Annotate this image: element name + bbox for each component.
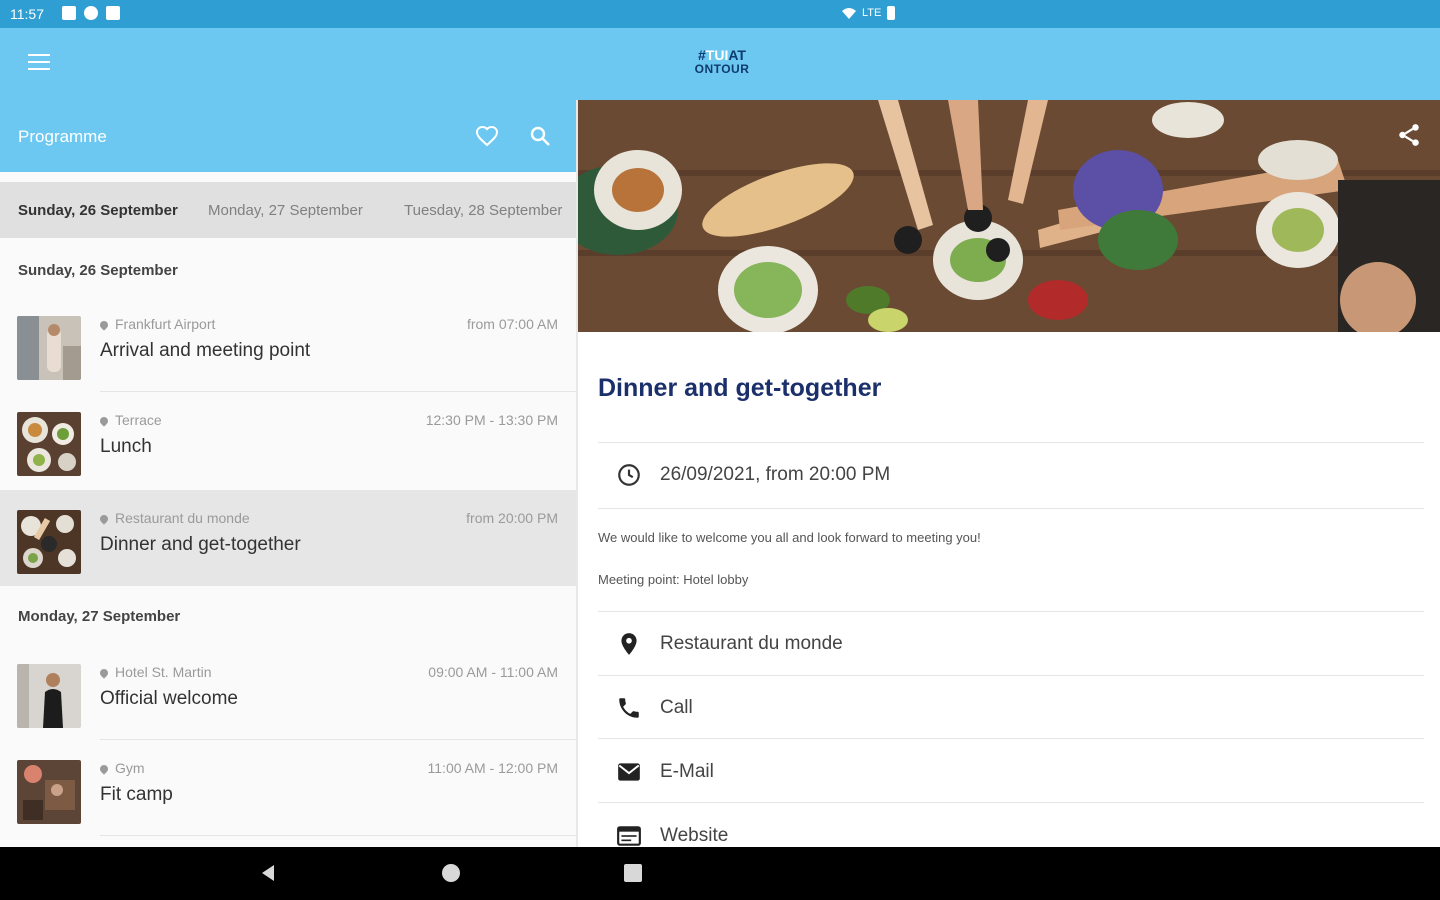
logo-ontour: ONTOUR bbox=[694, 62, 750, 76]
event-location: Gym bbox=[98, 760, 145, 776]
network-status: LTE bbox=[842, 6, 896, 20]
event-item-fit-camp[interactable]: Gym 11:00 AM - 12:00 PM Fit camp bbox=[0, 740, 576, 836]
location-pin-icon bbox=[98, 415, 110, 427]
event-time: 09:00 AM - 11:00 AM bbox=[428, 664, 558, 680]
recents-icon[interactable] bbox=[623, 863, 643, 883]
event-detail-panel: Dinner and get-together 26/09/2021, from… bbox=[576, 100, 1440, 847]
mail-icon bbox=[618, 763, 640, 781]
event-name: Fit camp bbox=[100, 784, 173, 805]
event-item-arrival[interactable]: Frankfurt Airport from 07:00 AM Arrival … bbox=[0, 296, 576, 392]
event-item-lunch[interactable]: Terrace 12:30 PM - 13:30 PM Lunch bbox=[0, 392, 576, 488]
sd-card-icon bbox=[106, 6, 120, 20]
location-pin-icon bbox=[621, 633, 637, 655]
clock-icon bbox=[618, 464, 640, 486]
event-location-text: Hotel St. Martin bbox=[115, 664, 212, 680]
event-location-text: Restaurant du monde bbox=[115, 510, 250, 526]
section-label-sunday: Sunday, 26 September bbox=[18, 262, 178, 279]
location-pin-icon bbox=[98, 319, 110, 331]
logo-hash: # bbox=[698, 47, 706, 63]
notification-icon bbox=[84, 6, 98, 20]
event-hero-image bbox=[578, 100, 1440, 332]
event-name: Dinner and get-together bbox=[100, 534, 301, 555]
event-thumbnail bbox=[17, 760, 81, 824]
system-nav-bar bbox=[0, 847, 1440, 900]
event-location: Frankfurt Airport bbox=[98, 316, 216, 332]
divider bbox=[598, 611, 1424, 612]
day-tabs: Sunday, 26 September Monday, 27 Septembe… bbox=[0, 182, 576, 238]
event-name: Lunch bbox=[100, 436, 152, 457]
notification-icon bbox=[62, 6, 76, 20]
website-label: Website bbox=[660, 825, 729, 846]
divider bbox=[598, 675, 1424, 676]
divider bbox=[598, 802, 1424, 803]
divider bbox=[598, 738, 1424, 739]
notification-icons bbox=[62, 6, 120, 20]
divider bbox=[598, 442, 1424, 443]
event-time: from 20:00 PM bbox=[466, 510, 558, 526]
event-name: Arrival and meeting point bbox=[100, 340, 311, 361]
menu-icon[interactable] bbox=[28, 54, 54, 74]
divider bbox=[100, 835, 576, 836]
event-time: 11:00 AM - 12:00 PM bbox=[427, 760, 558, 776]
event-location: Restaurant du monde bbox=[98, 510, 250, 526]
email-row[interactable]: E-Mail bbox=[598, 741, 1424, 801]
tab-monday[interactable]: Monday, 27 September bbox=[208, 202, 363, 219]
event-datetime: 26/09/2021, from 20:00 PM bbox=[660, 464, 891, 485]
location-pin-icon bbox=[98, 763, 110, 775]
event-datetime-row: 26/09/2021, from 20:00 PM bbox=[598, 444, 1424, 504]
back-icon[interactable] bbox=[258, 863, 278, 883]
website-row[interactable]: Website bbox=[598, 805, 1424, 847]
event-time: from 07:00 AM bbox=[466, 316, 558, 332]
programme-title: Programme bbox=[18, 127, 107, 146]
event-location: Terrace bbox=[98, 412, 162, 428]
share-icon[interactable] bbox=[1396, 122, 1422, 148]
event-meeting-point: Meeting point: Hotel lobby bbox=[598, 572, 749, 587]
logo-at: AT bbox=[728, 47, 746, 63]
tab-tuesday[interactable]: Tuesday, 28 September bbox=[404, 202, 562, 219]
call-row[interactable]: Call bbox=[598, 677, 1424, 737]
programme-header: Programme bbox=[0, 100, 576, 172]
status-time: 11:57 bbox=[10, 6, 44, 22]
event-description: We would like to welcome you all and loo… bbox=[598, 530, 981, 545]
search-icon[interactable] bbox=[528, 124, 552, 148]
event-item-official-welcome[interactable]: Hotel St. Martin 09:00 AM - 11:00 AM Off… bbox=[0, 644, 576, 740]
home-icon[interactable] bbox=[441, 863, 461, 883]
event-time: 12:30 PM - 13:30 PM bbox=[425, 412, 558, 428]
event-thumbnail bbox=[17, 664, 81, 728]
logo-tui: TUI bbox=[705, 47, 729, 63]
event-thumbnail bbox=[17, 510, 81, 574]
network-label: LTE bbox=[862, 7, 882, 19]
tab-sunday[interactable]: Sunday, 26 September bbox=[18, 202, 178, 219]
status-bar: 11:57 LTE bbox=[0, 0, 1440, 28]
battery-icon bbox=[887, 6, 896, 20]
event-thumbnail bbox=[17, 316, 81, 380]
app-logo: #TUIAT ONTOUR bbox=[690, 48, 754, 76]
phone-icon bbox=[619, 698, 639, 718]
website-icon bbox=[617, 826, 641, 846]
app-bar: #TUIAT ONTOUR bbox=[0, 28, 1440, 100]
divider bbox=[598, 508, 1424, 509]
event-location-text: Frankfurt Airport bbox=[115, 316, 216, 332]
event-thumbnail bbox=[17, 412, 81, 476]
programme-panel: Programme Sunday, 26 September Monday, 2… bbox=[0, 100, 576, 847]
event-item-dinner[interactable]: Restaurant du monde from 20:00 PM Dinner… bbox=[0, 490, 576, 586]
location-label: Restaurant du monde bbox=[660, 633, 843, 654]
event-location: Hotel St. Martin bbox=[98, 664, 212, 680]
event-location-text: Gym bbox=[115, 760, 145, 776]
email-label: E-Mail bbox=[660, 761, 714, 782]
section-label-monday: Monday, 27 September bbox=[18, 608, 181, 625]
location-row[interactable]: Restaurant du monde bbox=[598, 613, 1424, 673]
location-pin-icon bbox=[98, 667, 110, 679]
event-detail-title: Dinner and get-together bbox=[598, 374, 882, 402]
location-pin-icon bbox=[98, 513, 110, 525]
call-label: Call bbox=[660, 697, 693, 718]
event-location-text: Terrace bbox=[115, 412, 162, 428]
event-name: Official welcome bbox=[100, 688, 238, 709]
heart-icon[interactable] bbox=[474, 124, 500, 148]
wifi-icon bbox=[842, 8, 856, 19]
